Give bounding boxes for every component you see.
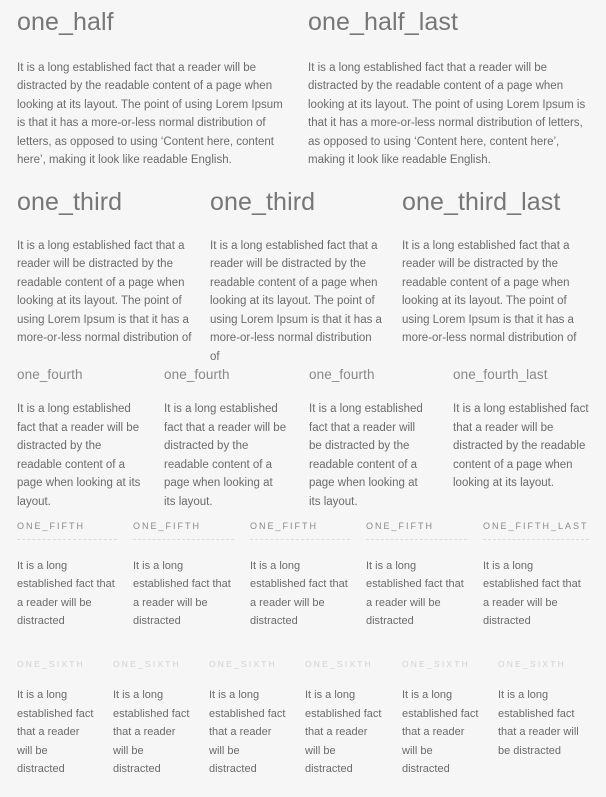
column-one-fifth-2: ONE_FIFTH It is a long established fact …: [133, 521, 250, 631]
column-body: It is a long established fact that a rea…: [17, 689, 94, 776]
column-one-third-last: one_third_last It is a long established …: [402, 188, 589, 366]
column-one-sixth-1: ONE_SIXTH It is a long established fact …: [17, 659, 113, 779]
column-heading: one_fourth: [17, 367, 83, 382]
column-one-sixth-4: ONE_SIXTH It is a long established fact …: [305, 659, 402, 779]
row-one-third: one_third It is a long established fact …: [17, 188, 589, 366]
column-heading: one_fourth: [309, 367, 375, 382]
column-body: It is a long established fact that a rea…: [164, 403, 287, 508]
column-body: It is a long established fact that a rea…: [209, 689, 286, 776]
column-one-sixth-2: ONE_SIXTH It is a long established fact …: [113, 659, 209, 779]
column-body: It is a long established fact that a rea…: [17, 559, 115, 628]
column-one-third-1: one_third It is a long established fact …: [17, 188, 210, 366]
column-heading: one_half_last: [308, 8, 459, 36]
row-one-half: one_half It is a long established fact t…: [17, 8, 589, 170]
column-body: It is a long established fact that a rea…: [210, 239, 382, 363]
column-body: It is a long established fact that a rea…: [250, 559, 348, 628]
section-one-half: one_half It is a long established fact t…: [17, 8, 589, 170]
section-one-third: one_third It is a long established fact …: [17, 188, 589, 366]
column-body: It is a long established fact that a rea…: [366, 559, 464, 628]
column-heading: ONE_FIFTH: [250, 521, 350, 540]
column-heading: one_fourth: [164, 367, 230, 382]
column-heading: one_fourth_last: [453, 367, 548, 382]
column-heading: ONE_FIFTH: [366, 521, 467, 540]
column-one-fourth-last: one_fourth_last It is a long established…: [453, 367, 589, 511]
column-body: It is a long established fact that a rea…: [17, 403, 141, 508]
section-one-fifth: ONE_FIFTH It is a long established fact …: [17, 521, 589, 631]
column-heading: ONE_SIXTH: [498, 659, 566, 669]
column-one-fifth-1: ONE_FIFTH It is a long established fact …: [17, 521, 133, 631]
column-body: It is a long established fact that a rea…: [402, 239, 577, 345]
column-one-sixth-5: ONE_SIXTH It is a long established fact …: [402, 659, 498, 779]
column-one-half-1: one_half It is a long established fact t…: [17, 8, 308, 170]
column-one-fourth-3: one_fourth It is a long established fact…: [309, 367, 453, 511]
column-heading: ONE_SIXTH: [17, 659, 85, 669]
column-one-fourth-2: one_fourth It is a long established fact…: [164, 367, 309, 511]
column-heading: one_half: [17, 8, 114, 36]
row-one-fourth: one_fourth It is a long established fact…: [17, 367, 589, 511]
column-heading: one_third_last: [402, 188, 561, 216]
column-heading: ONE_SIXTH: [305, 659, 373, 669]
row-one-sixth: ONE_SIXTH It is a long established fact …: [17, 659, 589, 779]
column-body: It is a long established fact that a rea…: [453, 403, 589, 490]
column-one-fifth-3: ONE_FIFTH It is a long established fact …: [250, 521, 366, 631]
section-one-fourth: one_fourth It is a long established fact…: [17, 367, 589, 511]
column-body: It is a long established fact that a rea…: [402, 689, 479, 776]
column-one-sixth-3: ONE_SIXTH It is a long established fact …: [209, 659, 305, 779]
column-one-fifth-last: ONE_FIFTH_LAST It is a long established …: [483, 521, 589, 631]
column-body: It is a long established fact that a rea…: [498, 689, 579, 757]
column-body: It is a long established fact that a rea…: [308, 61, 586, 167]
column-one-fifth-4: ONE_FIFTH It is a long established fact …: [366, 521, 483, 631]
column-shortcodes-page: one_half It is a long established fact t…: [0, 0, 606, 797]
column-heading: ONE_SIXTH: [402, 659, 470, 669]
column-heading: one_third: [17, 188, 123, 216]
column-one-fourth-1: one_fourth It is a long established fact…: [17, 367, 164, 511]
column-one-half-last: one_half_last It is a long established f…: [308, 8, 589, 170]
column-heading: ONE_SIXTH: [209, 659, 277, 669]
column-body: It is a long established fact that a rea…: [309, 403, 423, 508]
column-one-sixth-last: ONE_SIXTH It is a long established fact …: [498, 659, 589, 779]
column-heading: one_third: [210, 188, 316, 216]
column-heading: ONE_SIXTH: [113, 659, 181, 669]
column-one-third-2: one_third It is a long established fact …: [210, 188, 402, 366]
column-heading: ONE_FIFTH: [17, 521, 117, 540]
column-body: It is a long established fact that a rea…: [483, 559, 581, 628]
column-body: It is a long established fact that a rea…: [305, 689, 382, 776]
row-one-fifth: ONE_FIFTH It is a long established fact …: [17, 521, 589, 631]
section-one-sixth: ONE_SIXTH It is a long established fact …: [17, 659, 589, 779]
column-body: It is a long established fact that a rea…: [17, 61, 283, 167]
column-body: It is a long established fact that a rea…: [17, 239, 192, 345]
column-body: It is a long established fact that a rea…: [113, 689, 190, 776]
column-heading: ONE_FIFTH: [133, 521, 234, 540]
column-body: It is a long established fact that a rea…: [133, 559, 231, 628]
column-heading: ONE_FIFTH_LAST: [483, 521, 589, 540]
